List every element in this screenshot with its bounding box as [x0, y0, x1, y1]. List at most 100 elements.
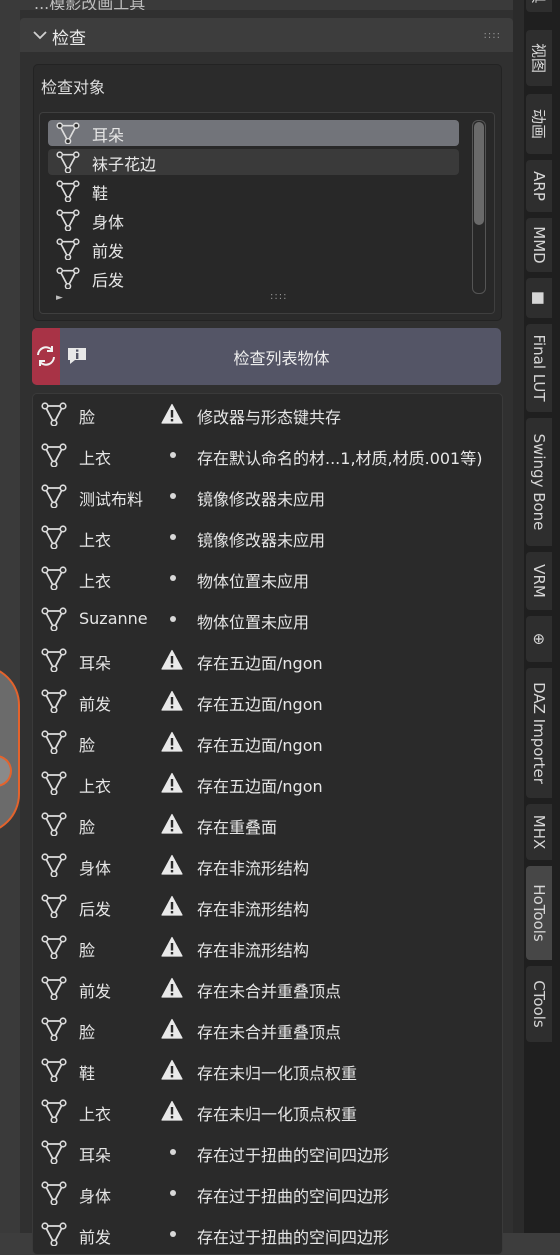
sidebar-tabs: 具视图动画 ARP MMD ■ Final LUT Swingy Bone VRM ⊕ DAZ … [524, 0, 560, 1233]
sidebar-tab[interactable]: 视图 [526, 30, 552, 86]
sidebar-tab-label: MMD [530, 226, 548, 264]
sidebar-tab[interactable]: HoTools [526, 866, 552, 960]
result-object-name: 前发 [79, 695, 112, 714]
result-row[interactable]: 身体 存在非流形结构 [33, 845, 502, 886]
result-object-name: 身体 [79, 1187, 112, 1206]
warning-icon [161, 895, 183, 916]
mesh-icon [56, 238, 80, 260]
warning-icon [161, 403, 183, 424]
sidebar-tab-label: ARP [530, 171, 548, 201]
check-section-header[interactable]: 检查 :::: [20, 18, 513, 52]
result-row[interactable]: 上衣 物体位置未应用 [33, 558, 502, 599]
check-button-row: 检查列表物体 [32, 328, 501, 385]
sidebar-tab[interactable]: DAZ Importer [526, 668, 552, 798]
list-item[interactable]: 前发 [48, 236, 459, 262]
sidebar-tab[interactable]: ARP [526, 160, 552, 212]
result-row[interactable]: 鞋 存在未归一化顶点权重 [33, 1050, 502, 1091]
warning-icon [161, 977, 183, 998]
drag-grip-icon[interactable]: :::: [484, 30, 501, 41]
result-message: 存在过于扭曲的空间四边形 [197, 1228, 390, 1247]
expand-triangle-icon[interactable]: ► [56, 293, 63, 303]
result-row[interactable]: 前发 存在未合并重叠顶点 [33, 968, 502, 1009]
result-message: 存在重叠面 [197, 818, 278, 837]
result-row[interactable]: 脸 修改器与形态键共存 [33, 394, 502, 435]
result-object-name: 脸 [79, 1023, 96, 1042]
list-item-label: 身体 [92, 213, 125, 232]
result-object-name: 上衣 [79, 531, 112, 550]
list-item-label: 耳朵 [92, 126, 125, 145]
result-row[interactable]: 耳朵 存在五边面/ngon [33, 640, 502, 681]
sidebar-tab-label: CTools [530, 980, 548, 1028]
result-row[interactable]: 后发 存在非流形结构 [33, 886, 502, 927]
check-list-objects-button[interactable]: 检查列表物体 [32, 345, 501, 369]
result-row[interactable]: 测试布料 镜像修改器未应用 [33, 476, 502, 517]
list-item[interactable]: 耳朵 [48, 120, 459, 146]
sidebar-panel: ...模影改画工具 检查 :::: 检查对象 ► :::: 耳朵 袜子花边鞋身体前… [20, 0, 513, 1255]
result-row[interactable]: 身体 存在过于扭曲的空间四边形 [33, 1173, 502, 1214]
sidebar-tab-label: HoTools [530, 884, 548, 942]
list-scrollbar-thumb[interactable] [474, 122, 484, 225]
sidebar-tab[interactable]: Final LUT [526, 324, 552, 412]
mesh-icon [41, 771, 67, 795]
result-row[interactable]: 脸 存在五边面/ngon [33, 722, 502, 763]
list-item[interactable]: 后发 [48, 265, 459, 291]
mesh-icon [41, 484, 67, 508]
chevron-down-icon[interactable] [32, 27, 48, 43]
mesh-icon [41, 566, 67, 590]
result-row[interactable]: 脸 存在重叠面 [33, 804, 502, 845]
result-message: 存在非流形结构 [197, 859, 310, 878]
mesh-icon [41, 1099, 67, 1123]
result-message: 存在非流形结构 [197, 900, 310, 919]
sidebar-tab[interactable]: MMD [526, 218, 552, 272]
result-message: 存在非流形结构 [197, 941, 310, 960]
sidebar-tab-label: DAZ Importer [530, 682, 548, 784]
sidebar-tab[interactable]: VRM [526, 552, 552, 610]
result-row[interactable]: 上衣 镜像修改器未应用 [33, 517, 502, 558]
mesh-icon [41, 1140, 67, 1164]
result-row[interactable]: 上衣 存在未归一化顶点权重 [33, 1091, 502, 1132]
result-object-name: 上衣 [79, 1105, 112, 1124]
result-object-name: Suzanne [79, 609, 148, 628]
result-row[interactable]: 耳朵 存在过于扭曲的空间四边形 [33, 1132, 502, 1173]
sidebar-tab[interactable]: 具 [526, 0, 552, 12]
list-item[interactable]: 袜子花边 [48, 149, 459, 175]
list-item[interactable]: 鞋 [48, 178, 459, 204]
sidebar-tab[interactable]: 动画 [526, 94, 552, 154]
mesh-icon [56, 151, 80, 173]
list-resize-grip-icon[interactable]: :::: [270, 291, 287, 302]
3d-viewport-edge[interactable] [0, 0, 20, 1233]
mesh-icon [56, 209, 80, 231]
sidebar-tab[interactable]: ⊕ [526, 616, 552, 662]
result-object-name: 上衣 [79, 572, 112, 591]
result-row[interactable]: 前发 存在过于扭曲的空间四边形 [33, 1214, 502, 1255]
sidebar-tab[interactable]: MHX [526, 804, 552, 860]
result-message: 存在五边面/ngon [197, 777, 323, 796]
result-row[interactable]: 脸 存在未合并重叠顶点 [33, 1009, 502, 1050]
check-results-list[interactable]: 脸 修改器与形态键共存 上衣 存在默认命名的材...1,材质,材质.001等) 测试布料… [32, 393, 503, 1255]
mesh-icon [41, 1181, 67, 1205]
result-object-name: 脸 [79, 736, 96, 755]
previous-panel-header[interactable]: ...模影改画工具 [20, 0, 513, 10]
result-row[interactable]: 前发 存在五边面/ngon [33, 681, 502, 722]
result-object-name: 脸 [79, 408, 96, 427]
bullet-dot-icon [170, 493, 176, 499]
sidebar-tab-label: MHX [530, 814, 548, 850]
result-row[interactable]: 上衣 存在默认命名的材...1,材质,材质.001等) [33, 435, 502, 476]
check-target-box: 检查对象 ► :::: 耳朵 袜子花边鞋身体 前发 后发 [33, 64, 502, 321]
result-row[interactable]: 上衣 存在五边面/ngon [33, 763, 502, 804]
result-object-name: 耳朵 [79, 1146, 112, 1165]
sidebar-tab[interactable]: CTools [526, 966, 552, 1042]
mesh-icon [41, 443, 67, 467]
list-item[interactable]: 身体 [48, 207, 459, 233]
result-object-name: 身体 [79, 859, 112, 878]
section-title: 检查 [52, 29, 86, 49]
sidebar-tab[interactable]: Swingy Bone [526, 418, 552, 546]
warning-icon [161, 813, 183, 834]
result-row[interactable]: Suzanne 物体位置未应用 [33, 599, 502, 640]
result-message: 存在未归一化顶点权重 [197, 1064, 358, 1083]
sidebar-tab[interactable]: ■ [526, 278, 552, 318]
warning-icon [161, 731, 183, 752]
mesh-icon [41, 935, 67, 959]
result-row[interactable]: 脸 存在非流形结构 [33, 927, 502, 968]
check-target-list[interactable]: ► :::: 耳朵袜子花边鞋身体前发后发 [39, 112, 495, 314]
